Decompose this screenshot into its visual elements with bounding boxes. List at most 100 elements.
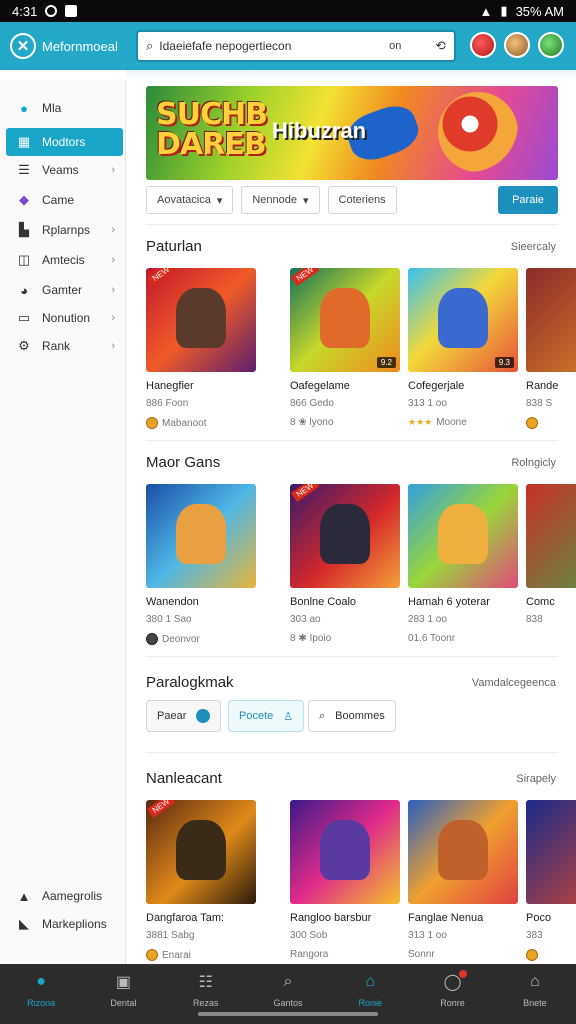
game-footer <box>526 417 576 429</box>
game-thumbnail[interactable]: 9.3 <box>408 268 518 372</box>
search-bar[interactable]: ⌕ on ⟲ <box>136 30 456 62</box>
close-icon[interactable]: ✕ <box>10 33 36 59</box>
sidebar-item-rplarnps[interactable]: ▙ Rplarnps › <box>6 216 123 244</box>
status-bar: 4:31 ▲ ▮ 35% AM <box>0 0 576 22</box>
sidebar-item-amtecis[interactable]: ◫ Amtecis › <box>6 246 123 274</box>
game-thumbnail[interactable] <box>290 800 400 904</box>
game-thumbnail[interactable] <box>408 484 518 588</box>
see-all-link[interactable]: Rolngicly <box>511 457 556 469</box>
game-card[interactable]: Poco 383 <box>526 800 576 961</box>
blob-icon: ● <box>36 973 46 990</box>
chevron-down-icon: ▾ <box>216 194 223 207</box>
game-name: Rande <box>526 380 559 392</box>
sidebar-item-modtors[interactable]: ▦ Modtors <box>6 128 123 156</box>
game-name: Rangloo barsbur <box>290 912 372 924</box>
pill-paear[interactable]: Paear <box>146 700 222 732</box>
chevron-right-icon: › <box>111 284 115 296</box>
game-thumbnail[interactable] <box>146 484 256 588</box>
puzzle-icon: ◆ <box>19 192 29 207</box>
game-thumbnail[interactable] <box>526 268 576 372</box>
monitor-icon: ▭ <box>17 310 31 325</box>
section-title: Paturlan <box>146 238 202 255</box>
wifi-icon: ▲ <box>479 3 493 19</box>
game-thumbnail[interactable] <box>526 484 576 588</box>
game-meta: 380 1 Sao <box>146 614 192 625</box>
sync-icon <box>45 5 58 17</box>
avatar[interactable] <box>470 32 496 58</box>
see-all-link[interactable]: Sieercaly <box>511 241 556 253</box>
game-card[interactable]: Wanendon 380 1 Sao Deonvor <box>146 484 256 645</box>
game-card[interactable]: Rangloo barsbur 300 Sob Rangora <box>290 800 400 960</box>
see-all-link[interactable]: Vamdalcegeenca <box>472 677 556 689</box>
game-footer: ★★★ Moone <box>408 417 518 428</box>
nav-ronie[interactable]: ⌂ Ronie <box>340 972 400 1008</box>
game-thumbnail[interactable]: NEW <box>146 800 256 904</box>
filter-button-3[interactable]: Coteriens <box>327 186 397 214</box>
game-name: Dangfaroa Tam: <box>146 912 225 924</box>
nav-label: Ronie <box>358 998 383 1008</box>
game-card[interactable]: Comc 838 <box>526 484 576 633</box>
see-all-link[interactable]: Sirapely <box>516 773 556 785</box>
nav-rizona[interactable]: ● Rizona <box>11 972 71 1008</box>
sidebar-item-mla[interactable]: ● Mla <box>6 94 123 122</box>
sidebar-footer-aamegrolis[interactable]: ▲ Aamegrolis <box>6 882 123 910</box>
avatar[interactable] <box>538 32 564 58</box>
grid-icon: ▦ <box>17 134 31 149</box>
sidebar-item-nonution[interactable]: ▭ Nonution › <box>6 304 123 332</box>
nav-bnete[interactable]: ⌂ Bnete <box>505 972 565 1008</box>
hero-banner[interactable]: SUCHB DAREB Hibuzran <box>146 86 558 180</box>
book-icon: ▙ <box>19 222 29 237</box>
game-row: NEW Hanegfier 886 Foon Mabanoot NEW 9.2 O… <box>146 268 576 438</box>
sidebar-footer-markeplions[interactable]: ◣ Markeplions <box>6 910 123 938</box>
game-card[interactable]: Fanglae Nenua 313 1 oo Sonnr <box>408 800 518 960</box>
pill-pocete[interactable]: Pocete ♙ <box>228 700 305 732</box>
pill-boommes[interactable]: ⌕ Boommes <box>308 700 396 732</box>
filter-dropdown-1[interactable]: Aovatacica ▾ <box>146 186 234 214</box>
character-art <box>320 288 370 348</box>
sidebar-item-gamter[interactable]: ◕ Gamter › <box>6 276 123 304</box>
sidebar-item-label: Markeplions <box>42 917 107 931</box>
nav-dental[interactable]: ▣ Dental <box>93 972 153 1008</box>
search-scope[interactable]: on <box>389 40 429 52</box>
game-card[interactable]: 9.3 Cofegerjale 313 1 oo ★★★ Moone <box>408 268 518 428</box>
info-icon <box>196 709 211 723</box>
pill-label: Pocete <box>239 710 274 722</box>
search-input[interactable] <box>159 39 384 53</box>
apply-button[interactable]: Paraie <box>498 186 558 214</box>
game-name: Hanegfier <box>146 380 194 392</box>
chevron-right-icon[interactable]: › <box>436 30 456 62</box>
game-footer: 01.6 Toonr <box>408 633 456 644</box>
game-thumbnail[interactable] <box>408 800 518 904</box>
game-card[interactable]: NEW Hanegfier 886 Foon Mabanoot <box>146 268 256 429</box>
new-badge: NEW <box>146 268 176 287</box>
home-icon: ⌂ <box>365 973 376 990</box>
game-card[interactable]: NEW Dangfaroa Tam: 3881 Sabg Enarai <box>146 800 256 961</box>
avatar[interactable] <box>504 32 530 58</box>
game-card[interactable]: NEW Bonlne Coalo 303 ao 8 ✱ Ipoio <box>290 484 400 644</box>
game-thumbnail[interactable]: NEW 9.2 <box>290 268 400 372</box>
sidebar-item-came[interactable]: ◆ Came <box>6 186 123 214</box>
filter-dropdown-2[interactable]: Nennode ▾ <box>241 186 320 214</box>
home-indicator[interactable] <box>198 1012 378 1016</box>
game-footer-text: Mabanoot <box>162 417 207 429</box>
game-card[interactable]: NEW 9.2 Oafegelame 866 Gedo 8 ❀ lyono <box>290 268 400 428</box>
game-thumbnail[interactable] <box>526 800 576 904</box>
sidebar-item-rank[interactable]: ⚙ Rank › <box>6 332 123 360</box>
nav-rezas[interactable]: ☷ Rezas <box>176 972 236 1008</box>
notification-badge <box>458 970 467 978</box>
search-icon: ⌕ <box>146 38 154 53</box>
section-title: Maor Gans <box>146 454 221 471</box>
nav-gantos[interactable]: ⌕ Gantos <box>258 972 318 1008</box>
nav-ronre[interactable]: ◯ Ronre <box>423 970 483 1008</box>
star-rating-icon: ★★★ <box>408 417 433 427</box>
list-icon: ☰ <box>18 162 30 177</box>
sidebar-item-label: Veams <box>42 163 79 177</box>
game-card[interactable]: Hamah 6 yoterar 283 1 oo 01.6 Toonr <box>408 484 518 644</box>
game-thumbnail[interactable]: NEW <box>290 484 400 588</box>
brand[interactable]: ✕ Mefornmoeal <box>0 22 126 70</box>
game-meta: 866 Gedo <box>290 398 334 409</box>
game-meta: 300 Sob <box>290 930 328 941</box>
game-thumbnail[interactable]: NEW <box>146 268 256 372</box>
sidebar-item-veams[interactable]: ☰ Veams › <box>6 156 123 184</box>
game-card[interactable]: Rande 838 S <box>526 268 576 429</box>
